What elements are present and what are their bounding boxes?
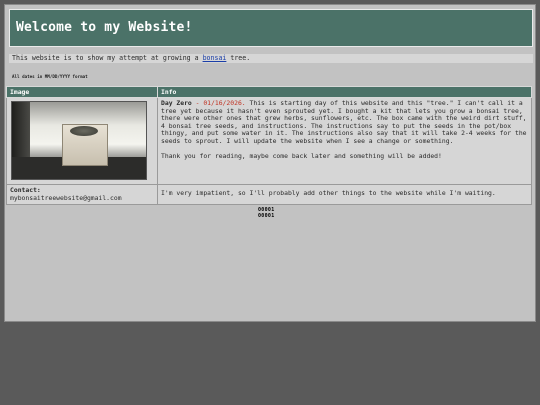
entry-body: This is starting day of this website and…: [161, 99, 527, 145]
impatient-note: I'm very impatient, so I'll probably add…: [161, 189, 496, 197]
image-column-header: Image: [6, 86, 158, 98]
counter-line-2: 00001: [258, 213, 275, 219]
page-title: Welcome to my Website!: [16, 20, 193, 35]
date-format-note: All dates in MM/DD/YYYY format: [12, 74, 88, 79]
contact-email[interactable]: mybonsaitreewebsite@gmail.com: [10, 194, 154, 203]
bonsai-kit-photo: [11, 101, 147, 180]
intro-text: This website is to show my attempt at gr…: [9, 54, 533, 63]
table-row: Day Zero - 01/16/2026. This is starting …: [6, 97, 532, 185]
bonsai-link[interactable]: bonsai: [203, 54, 227, 62]
table-row: Contact: mybonsaitreewebsite@gmail.com I…: [6, 183, 532, 206]
info-column-header: Info: [157, 86, 532, 98]
intro-after: tree.: [226, 54, 251, 62]
entry-closing: Thank you for reading, maybe come back l…: [161, 151, 442, 160]
table-header-row: Image Info: [6, 86, 532, 98]
info-cell: Day Zero - 01/16/2026. This is starting …: [157, 97, 532, 185]
image-cell: [6, 97, 158, 185]
visitor-counter: 00001 00001: [258, 207, 282, 219]
content-table: Image Info Day Zero - 01/16/2026. This i…: [6, 86, 532, 206]
intro-before: This website is to show my attempt at gr…: [12, 54, 203, 62]
contact-cell: Contact: mybonsaitreewebsite@gmail.com: [6, 183, 158, 206]
info-cell-2: I'm very impatient, so I'll probably add…: [157, 183, 532, 206]
planter-soil: [70, 126, 98, 136]
site-header: Welcome to my Website!: [9, 9, 533, 47]
